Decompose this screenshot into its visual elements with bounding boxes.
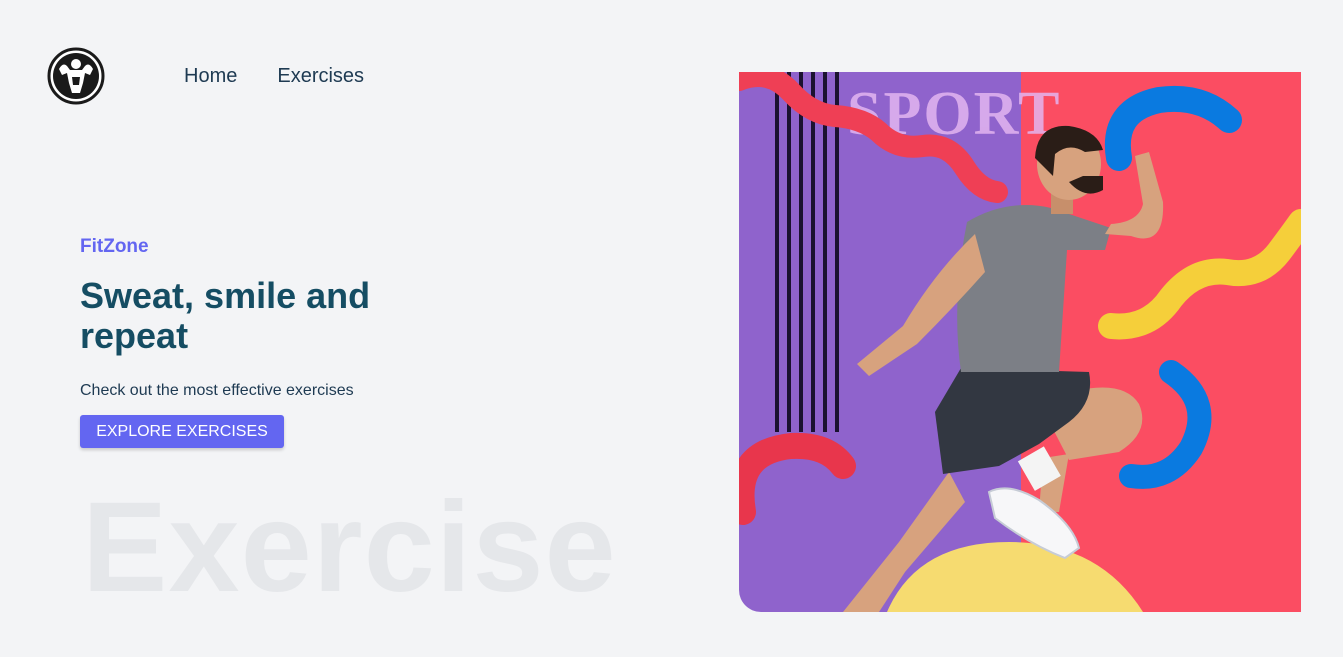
hero-subtext: Check out the most effective exercises: [80, 382, 354, 399]
brand-name: FitZone: [80, 236, 149, 257]
nav-link-exercises[interactable]: Exercises: [277, 65, 364, 88]
main-nav: Home Exercises: [184, 65, 364, 88]
hero-headline: Sweat, smile and repeat: [80, 275, 371, 356]
explore-exercises-button[interactable]: Explore Exercises: [80, 415, 284, 448]
exercise-watermark-text: Exercise: [82, 476, 617, 619]
nav-link-home[interactable]: Home: [184, 65, 237, 88]
bodybuilder-logo-icon[interactable]: [47, 47, 105, 105]
hero-banner-image: SPORT: [739, 72, 1301, 612]
page: Home Exercises FitZone Sweat, smile and …: [0, 0, 1343, 657]
